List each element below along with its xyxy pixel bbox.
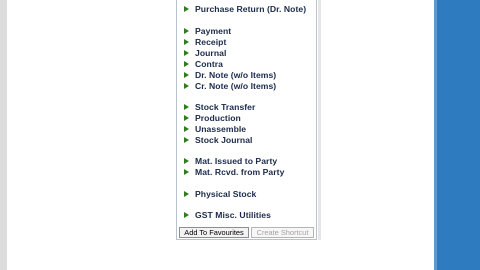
menu-item-purchase-return[interactable]: Purchase Return (Dr. Note) bbox=[184, 3, 306, 14]
menu-item-gst-utilities[interactable]: GST Misc. Utilities bbox=[184, 209, 271, 220]
menu-item-label: GST Misc. Utilities bbox=[195, 209, 271, 220]
arrow-right-icon bbox=[184, 114, 189, 121]
menu-item-stock-transfer[interactable]: Stock Transfer bbox=[184, 101, 255, 112]
arrow-right-icon bbox=[184, 125, 189, 132]
arrow-right-icon bbox=[184, 71, 189, 78]
menu-item-label: Mat. Issued to Party bbox=[195, 155, 278, 166]
menu-item-receipt[interactable]: Receipt bbox=[184, 36, 226, 47]
arrow-right-icon bbox=[184, 5, 189, 12]
menu-item-label: Production bbox=[195, 112, 241, 123]
menu-item-physical-stock[interactable]: Physical Stock bbox=[184, 188, 256, 199]
menu-item-production[interactable]: Production bbox=[184, 112, 241, 123]
menu-item-label: Purchase Return (Dr. Note) bbox=[195, 3, 307, 14]
menu-item-label: Stock Transfer bbox=[195, 101, 256, 112]
arrow-right-icon bbox=[184, 157, 189, 164]
menu-item-label: Mat. Rcvd. from Party bbox=[195, 166, 285, 177]
arrow-right-icon bbox=[184, 136, 189, 143]
window-left-edge bbox=[0, 0, 7, 270]
menu-shadow bbox=[318, 0, 321, 240]
menu-item-label: Unassemble bbox=[195, 123, 247, 134]
menu-item-dr-note[interactable]: Dr. Note (w/o Items) bbox=[184, 69, 276, 80]
menu-item-unassemble[interactable]: Unassemble bbox=[184, 123, 246, 134]
menu-item-mat-rcvd[interactable]: Mat. Rcvd. from Party bbox=[184, 166, 284, 177]
menu-item-cr-note[interactable]: Cr. Note (w/o Items) bbox=[184, 80, 276, 91]
menu-item-label: Contra bbox=[195, 58, 223, 69]
arrow-right-icon bbox=[184, 38, 189, 45]
desktop-background bbox=[434, 0, 480, 270]
menu-item-mat-issued[interactable]: Mat. Issued to Party bbox=[184, 155, 277, 166]
arrow-right-icon bbox=[184, 190, 189, 197]
menu-item-contra[interactable]: Contra bbox=[184, 58, 223, 69]
menu-item-label: Physical Stock bbox=[195, 188, 257, 199]
arrow-right-icon bbox=[184, 60, 189, 67]
menu-item-label: Stock Journal bbox=[195, 134, 253, 145]
create-shortcut-button[interactable]: Create Shortcut bbox=[251, 227, 314, 238]
arrow-right-icon bbox=[184, 82, 189, 89]
menu-item-label: Receipt bbox=[195, 36, 227, 47]
menu-item-stock-journal[interactable]: Stock Journal bbox=[184, 134, 252, 145]
add-to-favourites-button[interactable]: Add To Favourites bbox=[179, 227, 249, 238]
menu-item-payment[interactable]: Payment bbox=[184, 25, 231, 36]
menu-footer: Add To Favourites Create Shortcut bbox=[179, 227, 314, 238]
menu-item-label: Dr. Note (w/o Items) bbox=[195, 69, 277, 80]
arrow-right-icon bbox=[184, 211, 189, 218]
arrow-right-icon bbox=[184, 103, 189, 110]
arrow-right-icon bbox=[184, 168, 189, 175]
arrow-right-icon bbox=[184, 27, 189, 34]
menu-item-label: Journal bbox=[195, 47, 227, 58]
arrow-right-icon bbox=[184, 49, 189, 56]
menu-item-journal[interactable]: Journal bbox=[184, 47, 226, 58]
menu-item-label: Cr. Note (w/o Items) bbox=[195, 80, 277, 91]
menu-item-label: Payment bbox=[195, 25, 232, 36]
